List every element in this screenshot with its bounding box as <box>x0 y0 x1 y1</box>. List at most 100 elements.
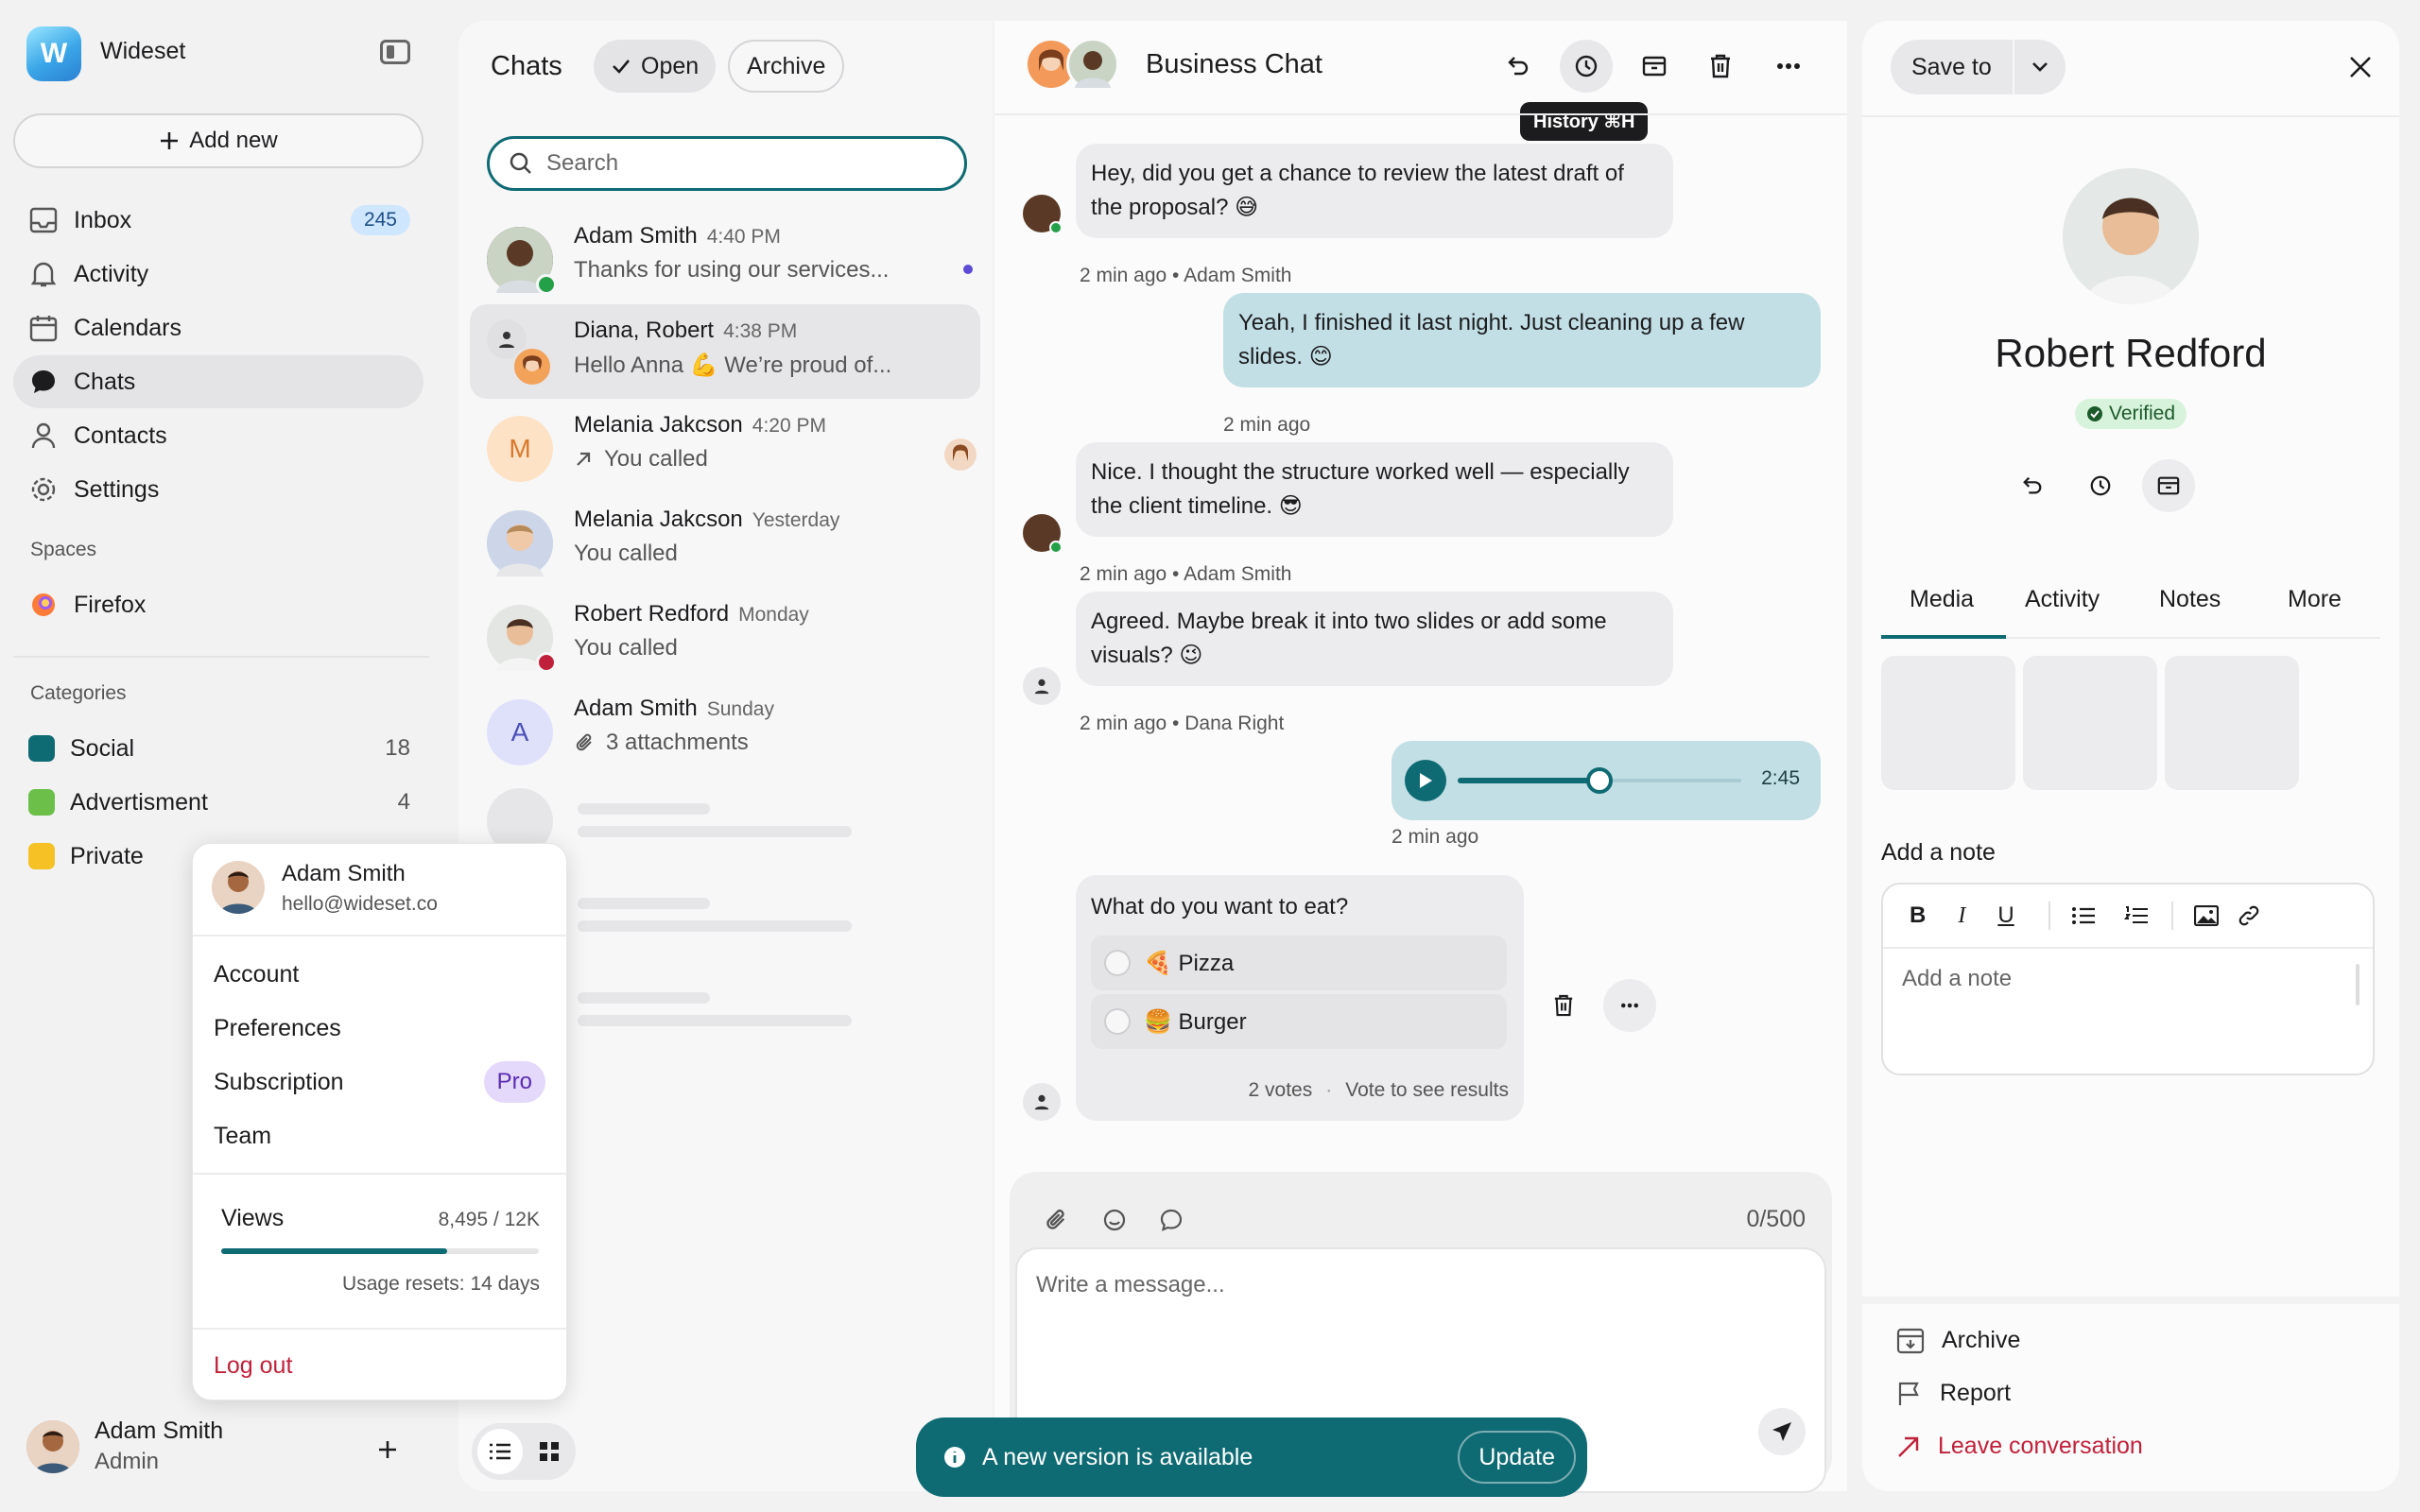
bullet-list-icon[interactable] <box>2071 905 2096 926</box>
attach-button[interactable] <box>1044 1208 1068 1232</box>
skeleton-line <box>578 1015 852 1026</box>
logout-button[interactable]: Log out <box>214 1352 292 1380</box>
chat-time: Monday <box>738 604 809 626</box>
undo-button[interactable] <box>1492 40 1545 93</box>
busy-status-dot <box>536 652 557 673</box>
add-account-button[interactable] <box>376 1438 399 1461</box>
menu-item-team[interactable]: Team <box>214 1123 271 1150</box>
italic-icon[interactable]: I <box>1958 903 1965 929</box>
delete-button[interactable] <box>1694 40 1747 93</box>
chat-row[interactable]: Adam Smith 4:40 PM Thanks for using our s… <box>470 210 980 304</box>
more-options-button[interactable] <box>1762 40 1815 93</box>
close-panel-button[interactable] <box>2348 55 2373 79</box>
message-meta: 2 min ago <box>1392 826 1479 848</box>
paperclip-icon <box>576 733 592 751</box>
search-input[interactable]: Search <box>487 136 967 191</box>
underline-icon[interactable]: U <box>1997 902 2014 929</box>
divider <box>13 656 429 658</box>
app-logo[interactable]: W <box>26 26 81 81</box>
tab-media[interactable]: Media <box>1910 586 1974 613</box>
chat-row[interactable]: A Adam Smith Sunday 3 attachments <box>470 682 980 777</box>
save-to-dropdown[interactable]: Save to <box>1891 40 2066 94</box>
sidebar-item-chats[interactable]: Chats <box>13 355 424 408</box>
chat-row[interactable]: M Melania Jakcson 4:20 PM You called <box>470 399 980 493</box>
sidebar-item-settings[interactable]: Settings <box>13 463 424 516</box>
note-placeholder[interactable]: Add a note <box>1902 966 2012 992</box>
menu-item-subscription[interactable]: Subscription <box>214 1069 344 1096</box>
chat-row[interactable]: Robert Redford Monday You called <box>470 588 980 682</box>
category-color-swatch <box>28 843 55 869</box>
brand-name: Wideset <box>100 38 186 64</box>
filter-open-button[interactable]: Open <box>594 40 717 93</box>
sidebar-item-label: Contacts <box>74 421 167 449</box>
comment-button[interactable] <box>1159 1208 1184 1232</box>
media-thumbnail[interactable] <box>2165 656 2299 790</box>
message-bubble-incoming[interactable]: Agreed. Maybe break it into two slides o… <box>1076 592 1673 686</box>
outgoing-call-arrow-icon <box>577 452 591 466</box>
voice-scrub-handle[interactable] <box>1586 767 1613 794</box>
tab-activity[interactable]: Activity <box>2025 586 2100 613</box>
chevron-down-icon[interactable] <box>2014 61 2066 73</box>
message-bubble-incoming[interactable]: Hey, did you get a chance to review the … <box>1076 144 1673 238</box>
voice-message[interactable]: 2:45 <box>1392 741 1821 820</box>
inbox-count-badge: 245 <box>350 205 410 235</box>
media-thumbnail[interactable] <box>1881 656 2015 790</box>
sidebar-toggle-icon[interactable] <box>380 40 410 64</box>
ellipsis-icon <box>1621 1003 1638 1008</box>
message-bubble-outgoing[interactable]: Yeah, I finished it last night. Just cle… <box>1223 293 1821 387</box>
message-bubble-incoming[interactable]: Nice. I thought the structure worked wel… <box>1076 442 1673 537</box>
emoji-button[interactable] <box>1102 1208 1127 1232</box>
sidebar-item-inbox[interactable]: Inbox 245 <box>13 194 424 247</box>
update-button[interactable]: Update <box>1458 1431 1576 1484</box>
editor-scrollbar[interactable] <box>2356 964 2360 1005</box>
contact-initial-avatar: M <box>487 416 553 482</box>
report-action[interactable]: Report <box>1896 1380 2011 1407</box>
tab-more[interactable]: More <box>2288 586 2342 613</box>
detail-history-button[interactable] <box>2074 459 2127 512</box>
category-color-swatch <box>28 789 55 816</box>
calendar-icon <box>28 313 59 343</box>
add-new-button[interactable]: Add new <box>13 113 424 168</box>
filter-archive-button[interactable]: Archive <box>728 40 845 93</box>
history-button[interactable] <box>1560 40 1613 93</box>
archive-button[interactable] <box>1628 40 1681 93</box>
conversation-panel: Business Chat History ⌘H Hey, did you ge… <box>994 21 1847 1493</box>
skeleton-line <box>578 992 710 1004</box>
image-icon[interactable] <box>2193 905 2219 926</box>
sidebar-item-contacts[interactable]: Contacts <box>13 409 424 462</box>
media-thumbnail[interactable] <box>2023 656 2157 790</box>
poll-footer: 2 votes · Vote to see results <box>1248 1079 1510 1102</box>
category-item-advertisment[interactable]: Advertisment 4 <box>13 776 424 829</box>
chat-row[interactable]: Diana, Robert 4:38 PM Hello Anna 💪 We’re … <box>470 304 980 399</box>
poll-option[interactable]: 🍔 Burger <box>1091 994 1507 1049</box>
category-item-social[interactable]: Social 18 <box>13 722 424 775</box>
sidebar-item-activity[interactable]: Activity <box>13 248 424 301</box>
menu-item-account[interactable]: Account <box>214 961 299 988</box>
leave-conversation-action[interactable]: Leave conversation <box>1896 1433 2143 1460</box>
participant-avatar <box>944 438 977 471</box>
list-view-button[interactable] <box>477 1429 523 1474</box>
play-button[interactable] <box>1405 760 1446 801</box>
link-icon[interactable] <box>2238 904 2260 927</box>
chat-preview: Hello Anna 💪 We’re proud of... <box>574 352 892 378</box>
online-status-dot <box>1049 221 1063 234</box>
voice-progress <box>1458 778 1599 783</box>
numbered-list-icon[interactable] <box>2123 905 2149 926</box>
chat-row[interactable]: Melania Jakcson Yesterday You called <box>470 493 980 588</box>
space-item-firefox[interactable]: Firefox <box>13 578 424 631</box>
grid-view-button[interactable] <box>527 1429 572 1474</box>
sidebar-item-label: Activity <box>74 260 149 287</box>
poll-vote-hint[interactable]: Vote to see results <box>1345 1079 1509 1102</box>
menu-item-preferences[interactable]: Preferences <box>214 1015 341 1042</box>
detail-archive-button[interactable] <box>2142 459 2195 512</box>
current-user[interactable]: Adam Smith Admin <box>26 1418 223 1475</box>
send-button[interactable] <box>1758 1408 1806 1455</box>
tab-notes[interactable]: Notes <box>2159 586 2221 613</box>
delete-poll-button[interactable] <box>1537 979 1590 1032</box>
poll-option[interactable]: 🍕 Pizza <box>1091 936 1507 990</box>
sidebar-item-calendars[interactable]: Calendars <box>13 301 424 354</box>
bold-icon[interactable]: B <box>1910 902 1926 929</box>
archive-action[interactable]: Archive <box>1896 1327 2020 1354</box>
detail-undo-button[interactable] <box>2006 459 2059 512</box>
poll-more-button[interactable] <box>1603 979 1656 1032</box>
